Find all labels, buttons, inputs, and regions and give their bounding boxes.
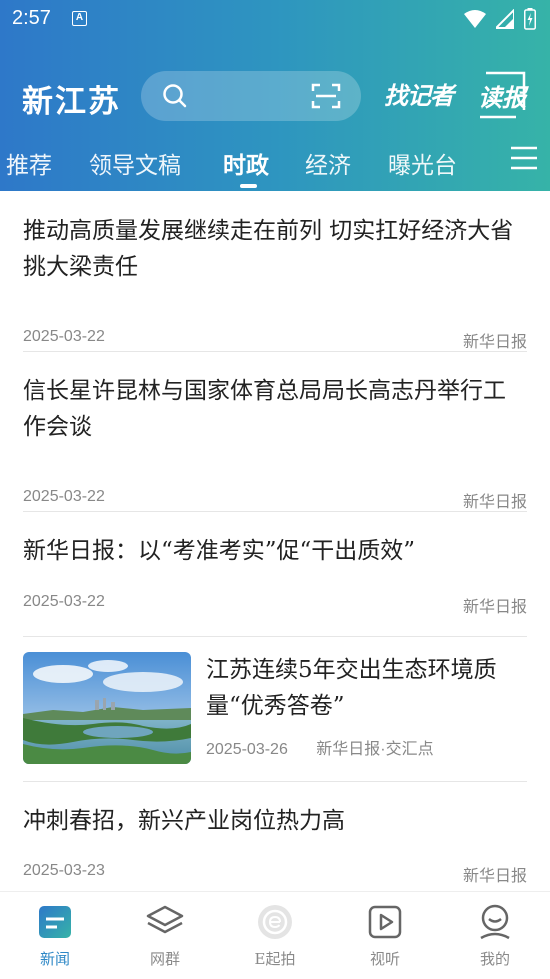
nav-e-capture[interactable]: E起拍 bbox=[220, 902, 330, 969]
divider bbox=[23, 511, 527, 512]
nav-news[interactable]: 新闻 bbox=[0, 902, 110, 969]
find-reporter-button[interactable]: 找记者 bbox=[384, 76, 454, 111]
nav-e-capture-label: E起拍 bbox=[254, 950, 296, 968]
layers-icon bbox=[146, 905, 184, 934]
news-item[interactable]: 信长星许昆林与国家体育总局局长高志丹举行工作会谈 2025-03-22 新华日报 bbox=[23, 373, 527, 513]
status-icons bbox=[464, 8, 536, 30]
divider bbox=[23, 351, 527, 352]
status-time: 2:57 bbox=[12, 7, 51, 29]
tab-exposure[interactable]: 曝光台 bbox=[388, 146, 457, 180]
news-date: 2025-03-26 bbox=[206, 741, 288, 758]
search-input[interactable] bbox=[199, 81, 299, 111]
app-logo: 新江苏 bbox=[22, 84, 121, 120]
status-bar: 2:57 A bbox=[0, 0, 550, 38]
news-meta: 2025-03-26 新华日报·交汇点 bbox=[206, 735, 458, 759]
menu-icon[interactable] bbox=[510, 145, 538, 171]
nav-news-label: 新闻 bbox=[39, 950, 70, 968]
app-header: 2:57 A 新江苏 找记者 读报 推荐 领导文稿 时政 经济 曝光台 bbox=[0, 0, 550, 191]
nav-groups[interactable]: 网群 bbox=[110, 902, 220, 969]
news-date: 2025-03-22 bbox=[23, 328, 105, 345]
news-thumbnail bbox=[23, 652, 191, 764]
read-newspaper-button[interactable]: 读报 bbox=[476, 70, 528, 120]
news-source: 新华日报·交汇点 bbox=[316, 741, 434, 758]
news-title: 冲刺春招，新兴产业岗位热力高 bbox=[23, 808, 345, 834]
nav-profile-label: 我的 bbox=[479, 950, 510, 968]
e-camera-icon bbox=[258, 905, 292, 939]
news-item[interactable]: 新华日报：以“考准考实”促“干出质效” 2025-03-22 新华日报 bbox=[23, 533, 527, 633]
news-date: 2025-03-22 bbox=[23, 488, 105, 505]
news-source: 新华日报 bbox=[462, 868, 527, 885]
news-date: 2025-03-23 bbox=[23, 862, 105, 879]
search-box[interactable] bbox=[141, 71, 361, 121]
notification-icon: A bbox=[72, 11, 87, 26]
bottom-navigation: 新闻 网群 E起拍 视听 我的 bbox=[0, 891, 550, 979]
search-icon[interactable] bbox=[162, 83, 188, 109]
news-source: 新华日报 bbox=[462, 599, 527, 616]
tab-leader-articles[interactable]: 领导文稿 bbox=[89, 146, 181, 180]
read-newspaper-label: 读报 bbox=[478, 84, 526, 112]
tab-recommended[interactable]: 推荐 bbox=[6, 146, 52, 180]
wifi-icon bbox=[464, 10, 486, 28]
news-item-with-image[interactable]: 江苏连续5年交出生态环境质量“优秀答卷” 2025-03-26 新华日报·交汇点 bbox=[23, 652, 527, 772]
nav-media-label: 视听 bbox=[369, 950, 400, 968]
profile-icon bbox=[480, 904, 510, 940]
news-title: 新华日报：以“考准考实”促“干出质效” bbox=[23, 538, 416, 564]
news-item[interactable]: 推动高质量发展继续走在前列 切实扛好经济大省挑大梁责任 2025-03-22 新… bbox=[23, 213, 527, 353]
divider bbox=[23, 636, 527, 637]
category-tabs: 推荐 领导文稿 时政 经济 曝光台 bbox=[0, 140, 550, 190]
tab-economy[interactable]: 经济 bbox=[305, 146, 351, 180]
news-date: 2025-03-22 bbox=[23, 593, 105, 610]
nav-media[interactable]: 视听 bbox=[330, 902, 440, 969]
battery-icon bbox=[524, 8, 536, 30]
news-title: 信长星许昆林与国家体育总局局长高志丹举行工作会谈 bbox=[23, 378, 506, 440]
tab-politics[interactable]: 时政 bbox=[223, 146, 269, 180]
active-tab-indicator bbox=[240, 184, 257, 188]
scan-icon[interactable] bbox=[311, 82, 341, 110]
news-source: 新华日报 bbox=[462, 334, 527, 351]
news-title: 江苏连续5年交出生态环境质量“优秀答卷” bbox=[206, 657, 497, 719]
nav-groups-label: 网群 bbox=[149, 950, 180, 968]
signal-icon bbox=[496, 9, 514, 29]
news-feed: 推动高质量发展继续走在前列 切实扛好经济大省挑大梁责任 2025-03-22 新… bbox=[0, 191, 550, 891]
play-icon bbox=[368, 905, 402, 939]
news-icon bbox=[39, 906, 71, 938]
news-item[interactable]: 冲刺春招，新兴产业岗位热力高 2025-03-23 新华日报 bbox=[23, 803, 527, 891]
news-source: 新华日报 bbox=[462, 494, 527, 511]
nav-profile[interactable]: 我的 bbox=[440, 902, 550, 969]
divider bbox=[23, 781, 527, 782]
news-title: 推动高质量发展继续走在前列 切实扛好经济大省挑大梁责任 bbox=[23, 218, 514, 280]
